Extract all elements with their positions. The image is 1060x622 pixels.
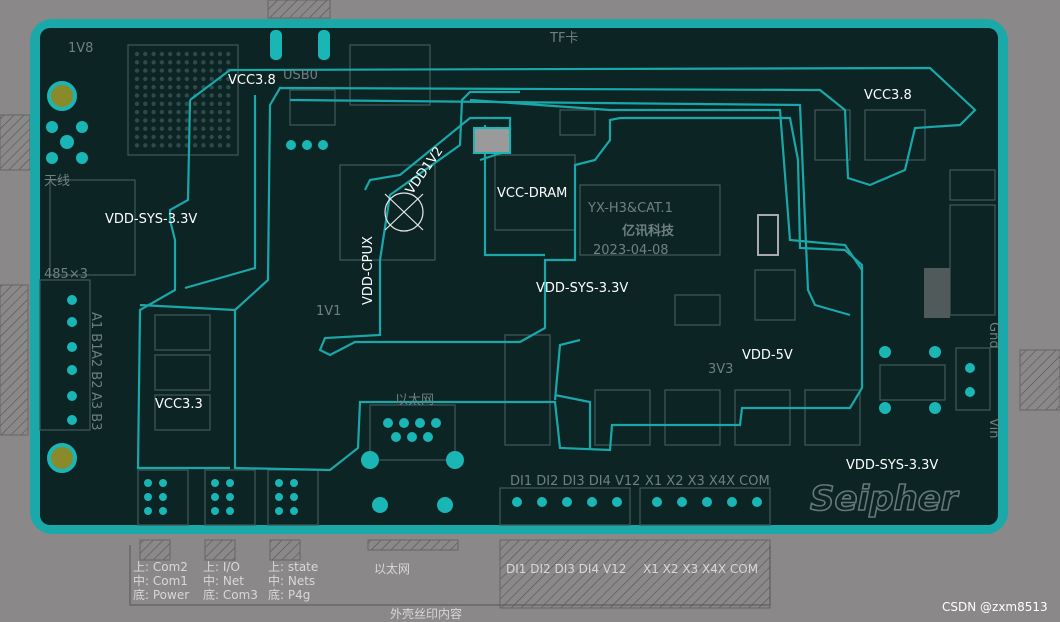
legend-g1-0: 上: Com2 [133, 560, 188, 574]
top-hatch-usb [267, 0, 331, 19]
legend-g2-2: 底: Com3 [203, 587, 258, 602]
net-vcc33: VCC3.3 [155, 397, 203, 412]
legend-g1-1: 中: Com1 [133, 573, 188, 588]
legend-g2-1: 中: Net [203, 573, 244, 588]
legend-g3-2: 底: P4g [268, 587, 310, 602]
legend-g1-2: 底: Power [133, 587, 189, 602]
pcb-diagram: 1V8 USB0 TF卡 天线 485×3 以太网 DI1 DI2 DI3 DI… [0, 0, 1060, 621]
bottom-hatch-3 [269, 539, 301, 561]
label-a1b1: A1 B1 [88, 312, 103, 351]
label-a3b3: A3 B3 [88, 392, 103, 431]
label-gnd: Gnd [986, 322, 1001, 349]
net-vdd-sys-bottom: VDD-SYS-3.3V [846, 458, 938, 473]
left-hatch-top [0, 114, 31, 171]
label-vin: Vin [986, 418, 1001, 438]
legend-g2-0: 上: I/O [203, 560, 240, 574]
net-vcc-dram: VCC-DRAM [497, 186, 567, 201]
label-tf: TF卡 [549, 31, 578, 46]
label-usb: USB0 [283, 68, 318, 83]
net-vdd-cpux: VDD-CPUX [361, 236, 376, 305]
model-label: YX-H3&CAT.1 [587, 201, 673, 216]
watermark: CSDN @zxm8513 [942, 600, 1048, 614]
legend-di-row: DI1 DI2 DI3 DI4 V12 [506, 562, 626, 576]
legend-ethernet: 以太网 [374, 561, 410, 576]
net-vcc38-right: VCC3.8 [864, 88, 912, 103]
label-di-row: DI1 DI2 DI3 DI4 V12 [510, 474, 640, 489]
label-rs485: 485×3 [44, 267, 88, 282]
company-label: 亿讯科技 [622, 223, 675, 239]
net-vdd-sys-left: VDD-SYS-3.3V [105, 212, 197, 227]
label-1v8: 1V8 [68, 41, 93, 56]
net-vdd-5v: VDD-5V [742, 348, 793, 363]
bottom-hatch-2 [204, 539, 236, 561]
bottom-hatch-1 [139, 539, 171, 561]
left-hatch-bottom [0, 284, 29, 436]
label-1v1: 1V1 [316, 304, 341, 319]
label-a2b2: A2 B2 [88, 350, 103, 389]
net-vcc38-left: VCC3.8 [228, 73, 276, 88]
legend-g3-0: 上: state [268, 560, 318, 574]
label-antenna: 天线 [44, 174, 70, 189]
legend-footer: 外壳丝印内容 [390, 606, 462, 621]
brand-logo: Seipher [810, 479, 960, 519]
net-vdd-sys-center: VDD-SYS-3.3V [536, 281, 628, 296]
date-label: 2023-04-08 [593, 243, 669, 258]
bottom-hatch-eth [367, 539, 459, 551]
legend-g3-1: 中: Nets [268, 573, 315, 588]
label-ethernet: 以太网 [395, 393, 434, 408]
label-3v3: 3V3 [708, 362, 733, 377]
label-x-row: X1 X2 X3 X4X COM [645, 474, 770, 489]
right-hatch [1019, 349, 1060, 411]
legend-x-row: X1 X2 X3 X4X COM [643, 562, 758, 576]
